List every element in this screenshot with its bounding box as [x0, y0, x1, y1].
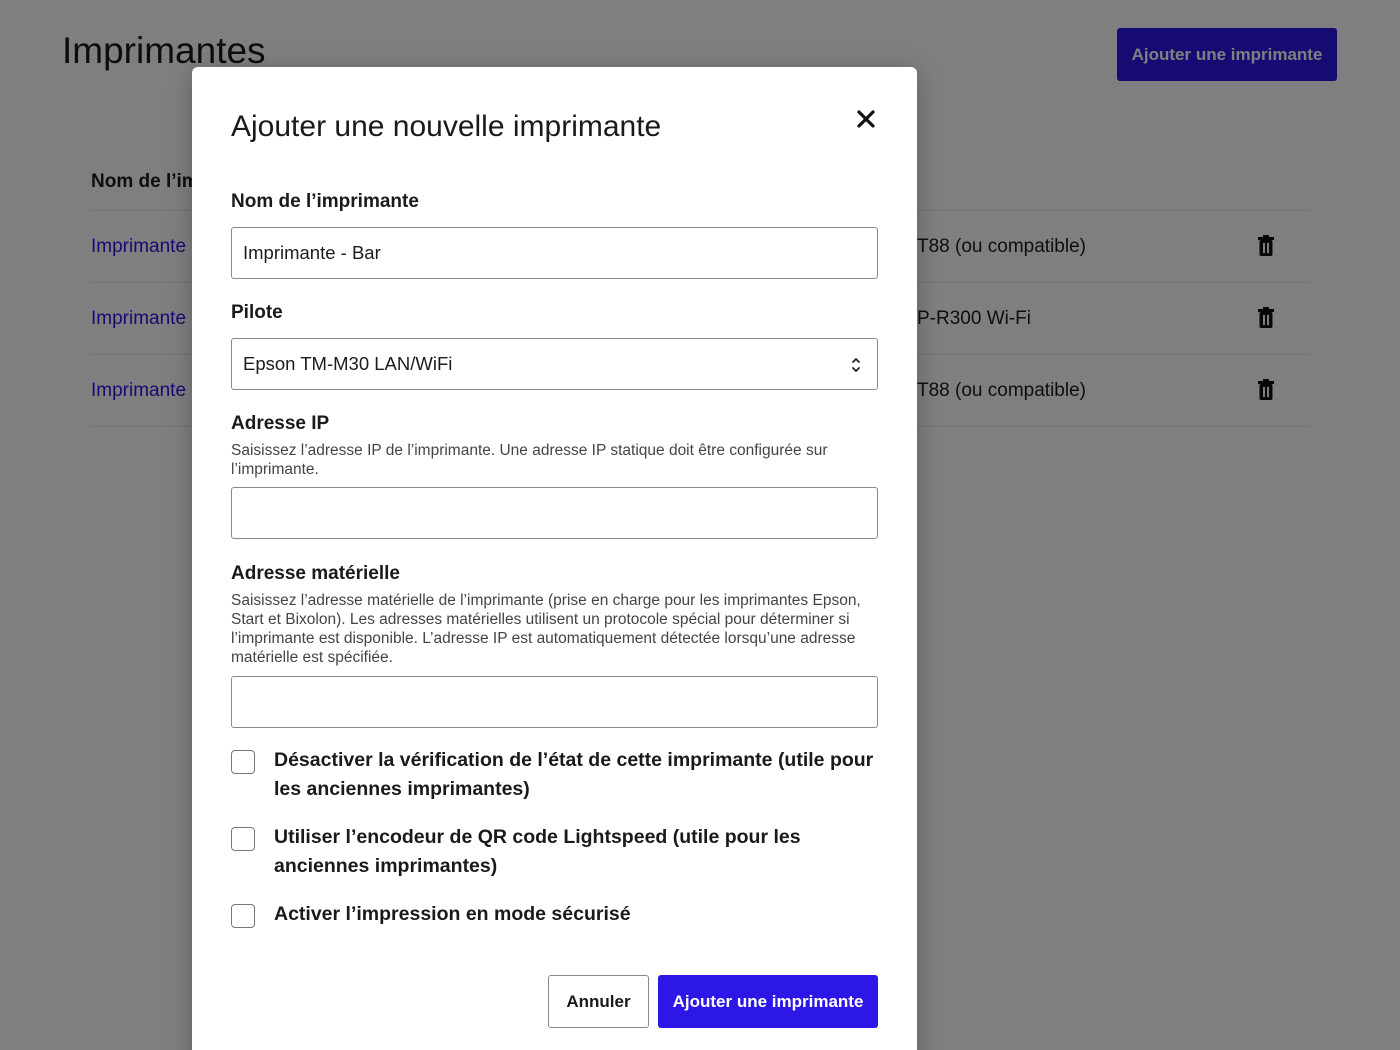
disable-status-check-label: Désactiver la vérification de l’état de … [274, 749, 874, 800]
printer-name-input[interactable] [231, 227, 878, 279]
modal-title: Ajouter une nouvelle imprimante [231, 110, 662, 143]
close-icon [857, 110, 875, 128]
driver-select-value: Epson TM-M30 LAN/WiFi [243, 353, 453, 374]
secure-print-row[interactable]: Activer l’impression en mode sécurisé [231, 903, 881, 929]
submit-add-printer-button[interactable]: Ajouter une imprimante [658, 975, 878, 1028]
chevron-updown-icon [852, 358, 860, 372]
close-button[interactable] [852, 105, 880, 133]
disable-status-check-row[interactable]: Désactiver la vérification de l’état de … [231, 749, 881, 804]
secure-print-label: Activer l’impression en mode sécurisé [274, 903, 631, 925]
secure-print-checkbox[interactable] [231, 904, 255, 928]
ip-address-label: Adresse IP [231, 413, 330, 434]
ip-address-help: Saisissez l’adresse IP de l’imprimante. … [231, 442, 828, 478]
driver-select[interactable]: Epson TM-M30 LAN/WiFi [231, 338, 878, 390]
printer-name-label: Nom de l’imprimante [231, 191, 419, 212]
disable-status-check-checkbox[interactable] [231, 750, 255, 774]
qr-encoder-label: Utiliser l’encodeur de QR code Lightspee… [274, 826, 801, 877]
printers-page: Imprimantes Ajouter une imprimante Nom d… [0, 0, 1400, 1050]
hardware-address-help: Saisissez l’adresse matérielle de l’impr… [231, 592, 861, 666]
ip-address-input[interactable] [231, 487, 878, 539]
hardware-address-label: Adresse matérielle [231, 563, 400, 584]
qr-encoder-row[interactable]: Utiliser l’encodeur de QR code Lightspee… [231, 826, 881, 881]
hardware-address-input[interactable] [231, 676, 878, 728]
cancel-button[interactable]: Annuler [548, 975, 649, 1028]
driver-label: Pilote [231, 302, 283, 323]
add-printer-modal: Ajouter une nouvelle imprimante Nom de l… [192, 67, 917, 1050]
qr-encoder-checkbox[interactable] [231, 827, 255, 851]
